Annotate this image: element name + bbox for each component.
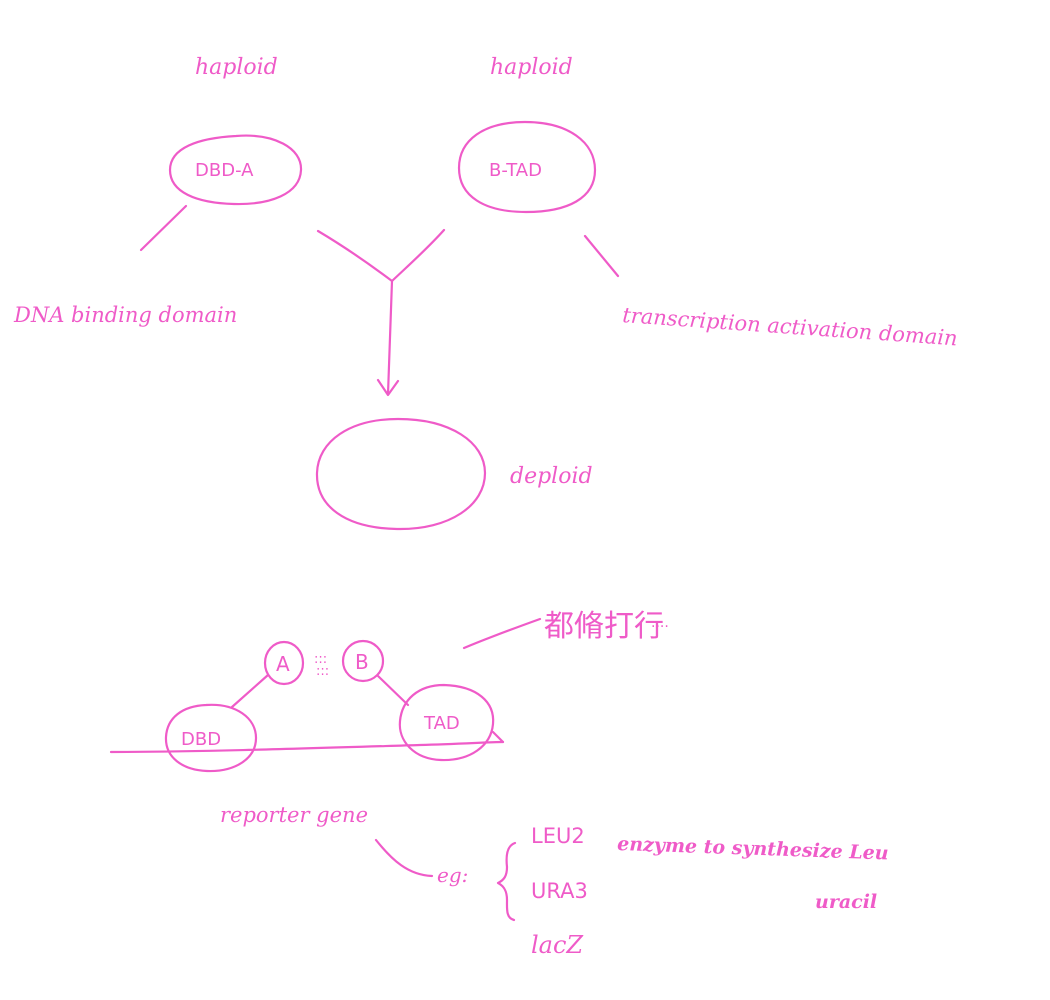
gene-ura3-description: uracil xyxy=(815,891,877,913)
right-cell-label: B-TAD xyxy=(489,160,542,181)
right-haploid-label: haploid xyxy=(490,55,573,80)
a-dbd-linker xyxy=(230,673,270,709)
mating-arrow-shaft xyxy=(386,279,394,396)
tad-label: TAD xyxy=(423,713,460,734)
dna-line xyxy=(109,740,505,754)
left-haploid-label: haploid xyxy=(195,55,278,80)
diploid-label: deploid xyxy=(510,464,593,489)
protein-a-label: A xyxy=(276,652,290,676)
mating-merge-curve xyxy=(316,228,446,283)
reporter-gene-label: reporter gene xyxy=(220,803,368,827)
eg-label: eg: xyxy=(437,863,468,887)
diploid-cell xyxy=(315,417,487,531)
yeast-two-hybrid-diagram: haploid haploid DBD-A B-TAD DNA binding … xyxy=(13,55,959,959)
transcription-activation-domain-note: transcription activation domain xyxy=(622,303,959,350)
dna-binding-domain-note: DNA binding domain xyxy=(13,303,237,327)
gene-ura3-name: URA3 xyxy=(531,879,588,903)
gene-list-brace xyxy=(496,841,517,922)
dbd-pointer-line xyxy=(139,204,188,252)
chinese-note: 都脩打行 xyxy=(544,609,664,644)
b-tad-linker xyxy=(376,674,410,707)
chinese-note-pointer xyxy=(462,617,542,650)
chinese-note-ellipsis: ···· xyxy=(651,619,669,635)
dna-line-hook xyxy=(491,730,505,744)
reporter-pointer xyxy=(374,838,434,878)
gene-leu2-name: LEU2 xyxy=(531,824,585,848)
left-cell-label: DBD-A xyxy=(195,160,254,181)
gene-lacz-name: lacZ xyxy=(531,931,584,959)
protein-b-label: B xyxy=(355,650,369,674)
tad-pointer-line xyxy=(583,234,620,278)
interaction-dots-bottom: ::: xyxy=(316,664,329,679)
gene-leu2-description: enzyme to synthesize Leu xyxy=(617,833,889,864)
dbd-label: DBD xyxy=(181,729,221,750)
